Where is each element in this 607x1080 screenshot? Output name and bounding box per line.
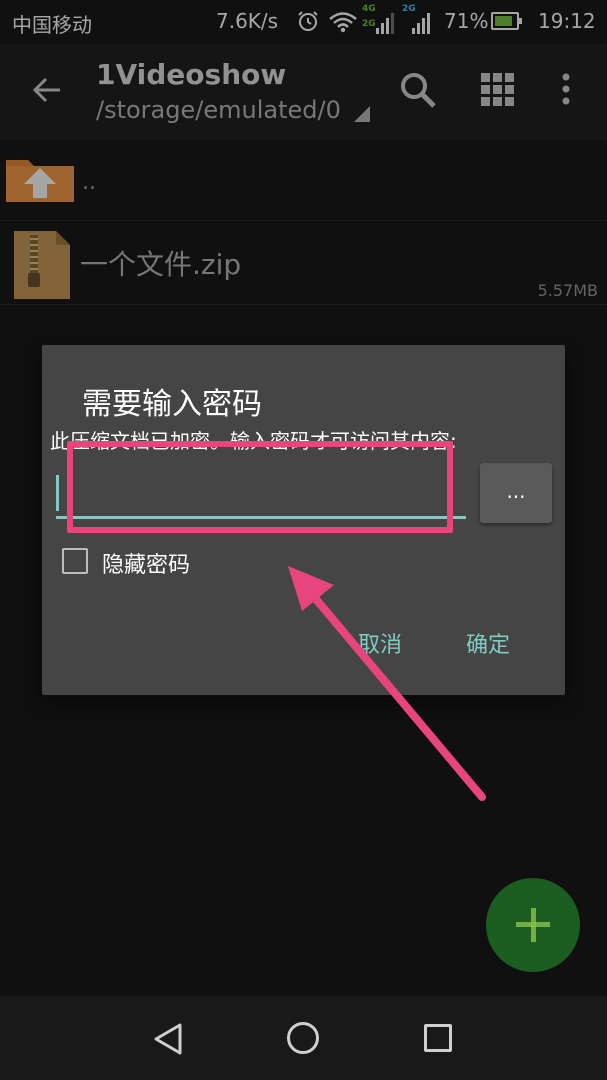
nav-home-icon[interactable]: [287, 1022, 319, 1054]
nav-recents-icon[interactable]: [424, 1024, 452, 1052]
add-fab[interactable]: [486, 878, 580, 972]
nav-back-icon[interactable]: [152, 1022, 184, 1056]
system-nav-bar: [0, 996, 607, 1080]
